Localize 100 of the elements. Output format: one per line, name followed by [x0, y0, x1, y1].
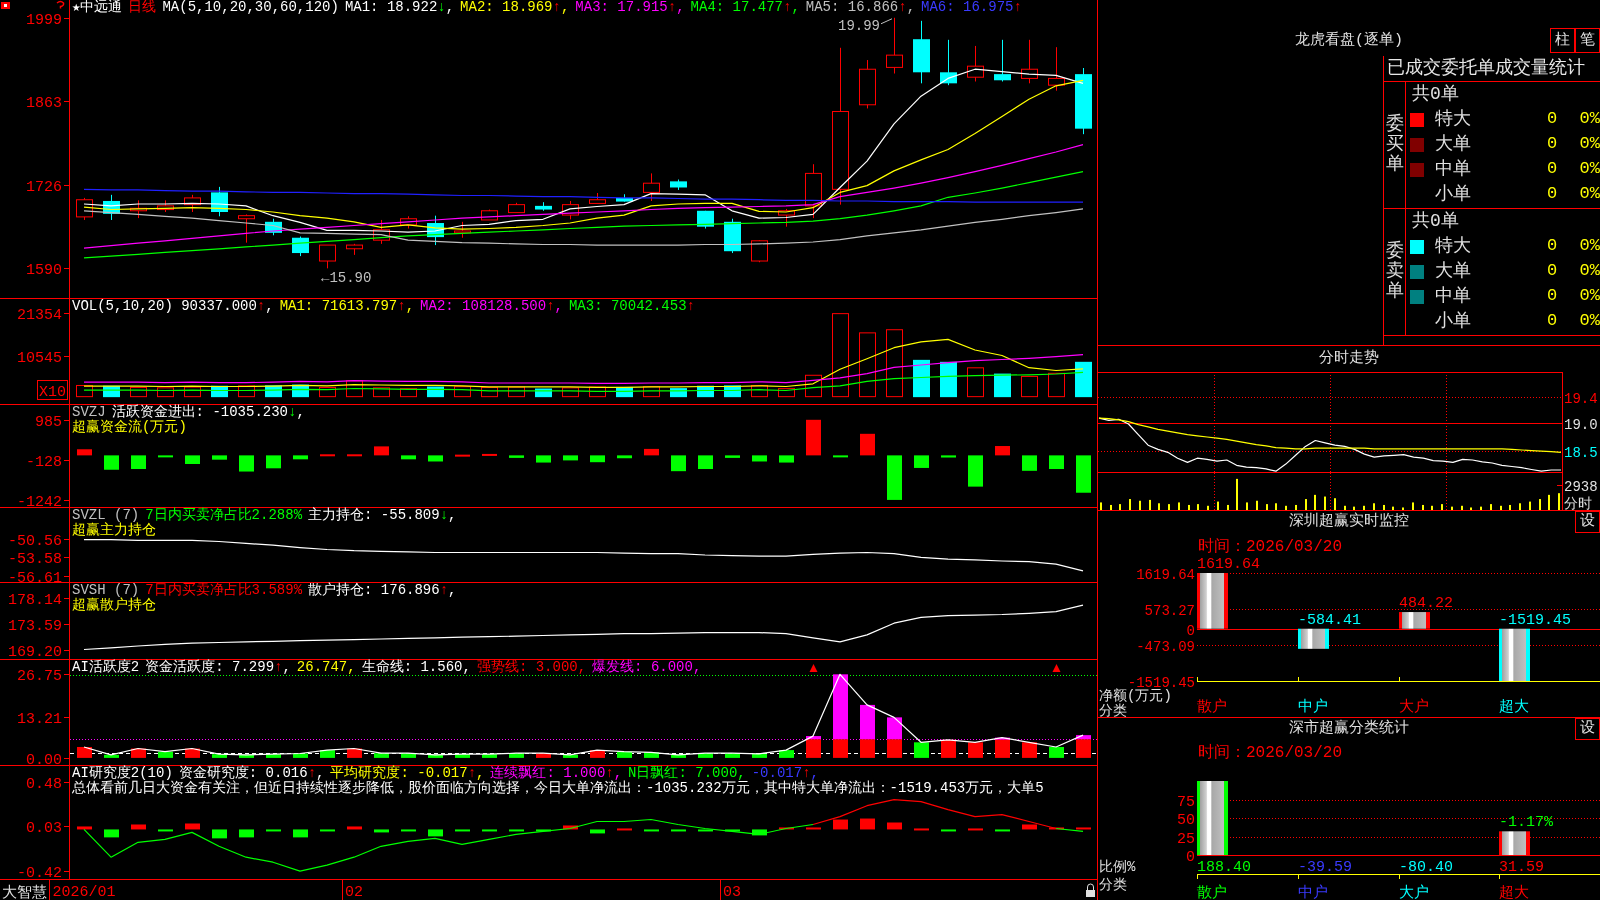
- settings-button[interactable]: 设: [1575, 511, 1600, 533]
- indicator-bar: [941, 455, 956, 458]
- candle: [913, 20, 930, 84]
- value-label: -39.59: [1298, 859, 1352, 876]
- indicator-bar: [536, 455, 551, 463]
- axis-label: 19.4: [1564, 390, 1598, 407]
- indicator-bar: [320, 454, 335, 457]
- view-button[interactable]: 柱: [1550, 28, 1575, 53]
- indicator-bar: [131, 455, 146, 469]
- volume-bar: [616, 386, 633, 398]
- settings-button[interactable]: 设: [1575, 718, 1600, 740]
- axis-label: 26.75: [17, 667, 62, 685]
- indicator-bar: [455, 454, 470, 457]
- axis-title: 分类: [1099, 877, 1127, 893]
- indicator-bar: [320, 829, 335, 832]
- axis-label: 0: [1186, 848, 1195, 866]
- order-count: 0: [1546, 261, 1558, 281]
- panel-title: 深圳超赢实时监控: [1289, 513, 1409, 530]
- indicator-bar: [779, 750, 794, 758]
- order-size-label: 大单: [1435, 260, 1471, 281]
- order-count: 0: [1546, 236, 1558, 256]
- indicator-bar: [77, 449, 92, 456]
- value-label: 31.59: [1499, 859, 1544, 876]
- indicator-bar: [104, 754, 119, 758]
- timestamp: 时间：2026/03/20: [1198, 538, 1342, 556]
- indicator-bar: [698, 753, 713, 758]
- volume-bar: [454, 386, 471, 398]
- indicator-bar: [185, 748, 200, 758]
- indicator-bar: [1022, 824, 1037, 830]
- indicator-label: 7日内买卖净占比3.589%: [145, 583, 303, 598]
- axis-label: -53.58: [8, 550, 62, 568]
- axis-label: -128: [26, 453, 62, 471]
- value-label: 484.22: [1399, 595, 1453, 613]
- candle: [427, 215, 444, 246]
- axis-label: 19.0: [1564, 416, 1598, 433]
- indicator-bar: [590, 750, 605, 758]
- indicator-label: MA(5,10,20,30,60,120): [162, 0, 339, 15]
- value-label: -584.41: [1298, 611, 1361, 629]
- indicator-bar: [509, 829, 524, 832]
- volume-bar: [76, 385, 93, 398]
- volume-bar: [805, 374, 822, 398]
- axis-label: -50.56: [8, 532, 62, 550]
- indicator-bar: [428, 829, 443, 837]
- date-label: 03: [723, 884, 741, 900]
- axis-title: 比例%: [1099, 859, 1136, 875]
- axis-label: 21354: [17, 306, 62, 324]
- indicator-label: 超赢主力持仓: [72, 523, 156, 538]
- order-percent: 0%: [1579, 109, 1600, 129]
- leader-line: [880, 18, 893, 25]
- indicator-label: 超赢散户持仓: [72, 598, 156, 613]
- indicator-bar: [617, 828, 632, 831]
- volume-bar: [400, 388, 417, 398]
- view-button[interactable]: 笔: [1575, 28, 1600, 53]
- candle: [346, 243, 363, 256]
- value-label: -80.40: [1399, 859, 1453, 876]
- indicator-bar: [374, 829, 389, 833]
- indicator-bar: [293, 455, 308, 460]
- indicator-bar: [752, 455, 767, 462]
- order-count: 0: [1546, 159, 1558, 179]
- indicator-bar: [779, 455, 794, 463]
- indicator-bar: [941, 739, 956, 758]
- indicator-bar: [914, 742, 929, 758]
- candle: [265, 218, 282, 236]
- indicator-bar: [158, 829, 173, 832]
- order-percent: 0%: [1579, 134, 1600, 154]
- volume-bar: [1048, 372, 1065, 398]
- axis-label: 2938: [1564, 478, 1598, 495]
- indicator-label: -0.017↑,: [751, 766, 819, 781]
- indicator-bar: [428, 455, 443, 462]
- panel-title: 龙虎看盘(逐单): [1295, 31, 1403, 49]
- indicator-bar: [212, 829, 227, 839]
- axis-label: 18.5: [1564, 444, 1598, 461]
- indicator-bar: [536, 753, 551, 758]
- indicator-bar: [968, 742, 983, 758]
- indicator-bar: [482, 754, 497, 758]
- indicator-bar: [320, 750, 335, 758]
- indicator-bar: [185, 823, 200, 830]
- axis-label: 25: [1177, 830, 1195, 848]
- category-label: 中户: [1298, 699, 1328, 716]
- indicator-bar: [347, 454, 362, 457]
- indicator-bar: [1049, 455, 1064, 469]
- volume-bar: [508, 386, 525, 398]
- category-label: 大户: [1399, 699, 1429, 716]
- axis-label: 178.14: [8, 591, 62, 609]
- candle: [805, 163, 822, 219]
- net-amount-bar: [1399, 612, 1430, 629]
- order-percent: 0%: [1579, 184, 1600, 204]
- indicator-bar: [725, 753, 740, 758]
- volume-bar: [562, 387, 579, 398]
- axis-label: 169.20: [8, 643, 62, 660]
- table-title: 已成交委托单成交量统计: [1387, 58, 1585, 78]
- date-label: 2026/01: [52, 884, 116, 900]
- value-label: 1619.64: [1197, 556, 1260, 573]
- indicator-bar: [806, 419, 821, 456]
- indicator-bar: [482, 453, 497, 456]
- indicator-bar: [347, 826, 362, 830]
- panel-title: 深市超赢分类统计: [1289, 720, 1409, 737]
- total-label: 共0单: [1412, 84, 1459, 104]
- order-percent: 0%: [1579, 261, 1600, 281]
- date-label: 02: [345, 884, 363, 900]
